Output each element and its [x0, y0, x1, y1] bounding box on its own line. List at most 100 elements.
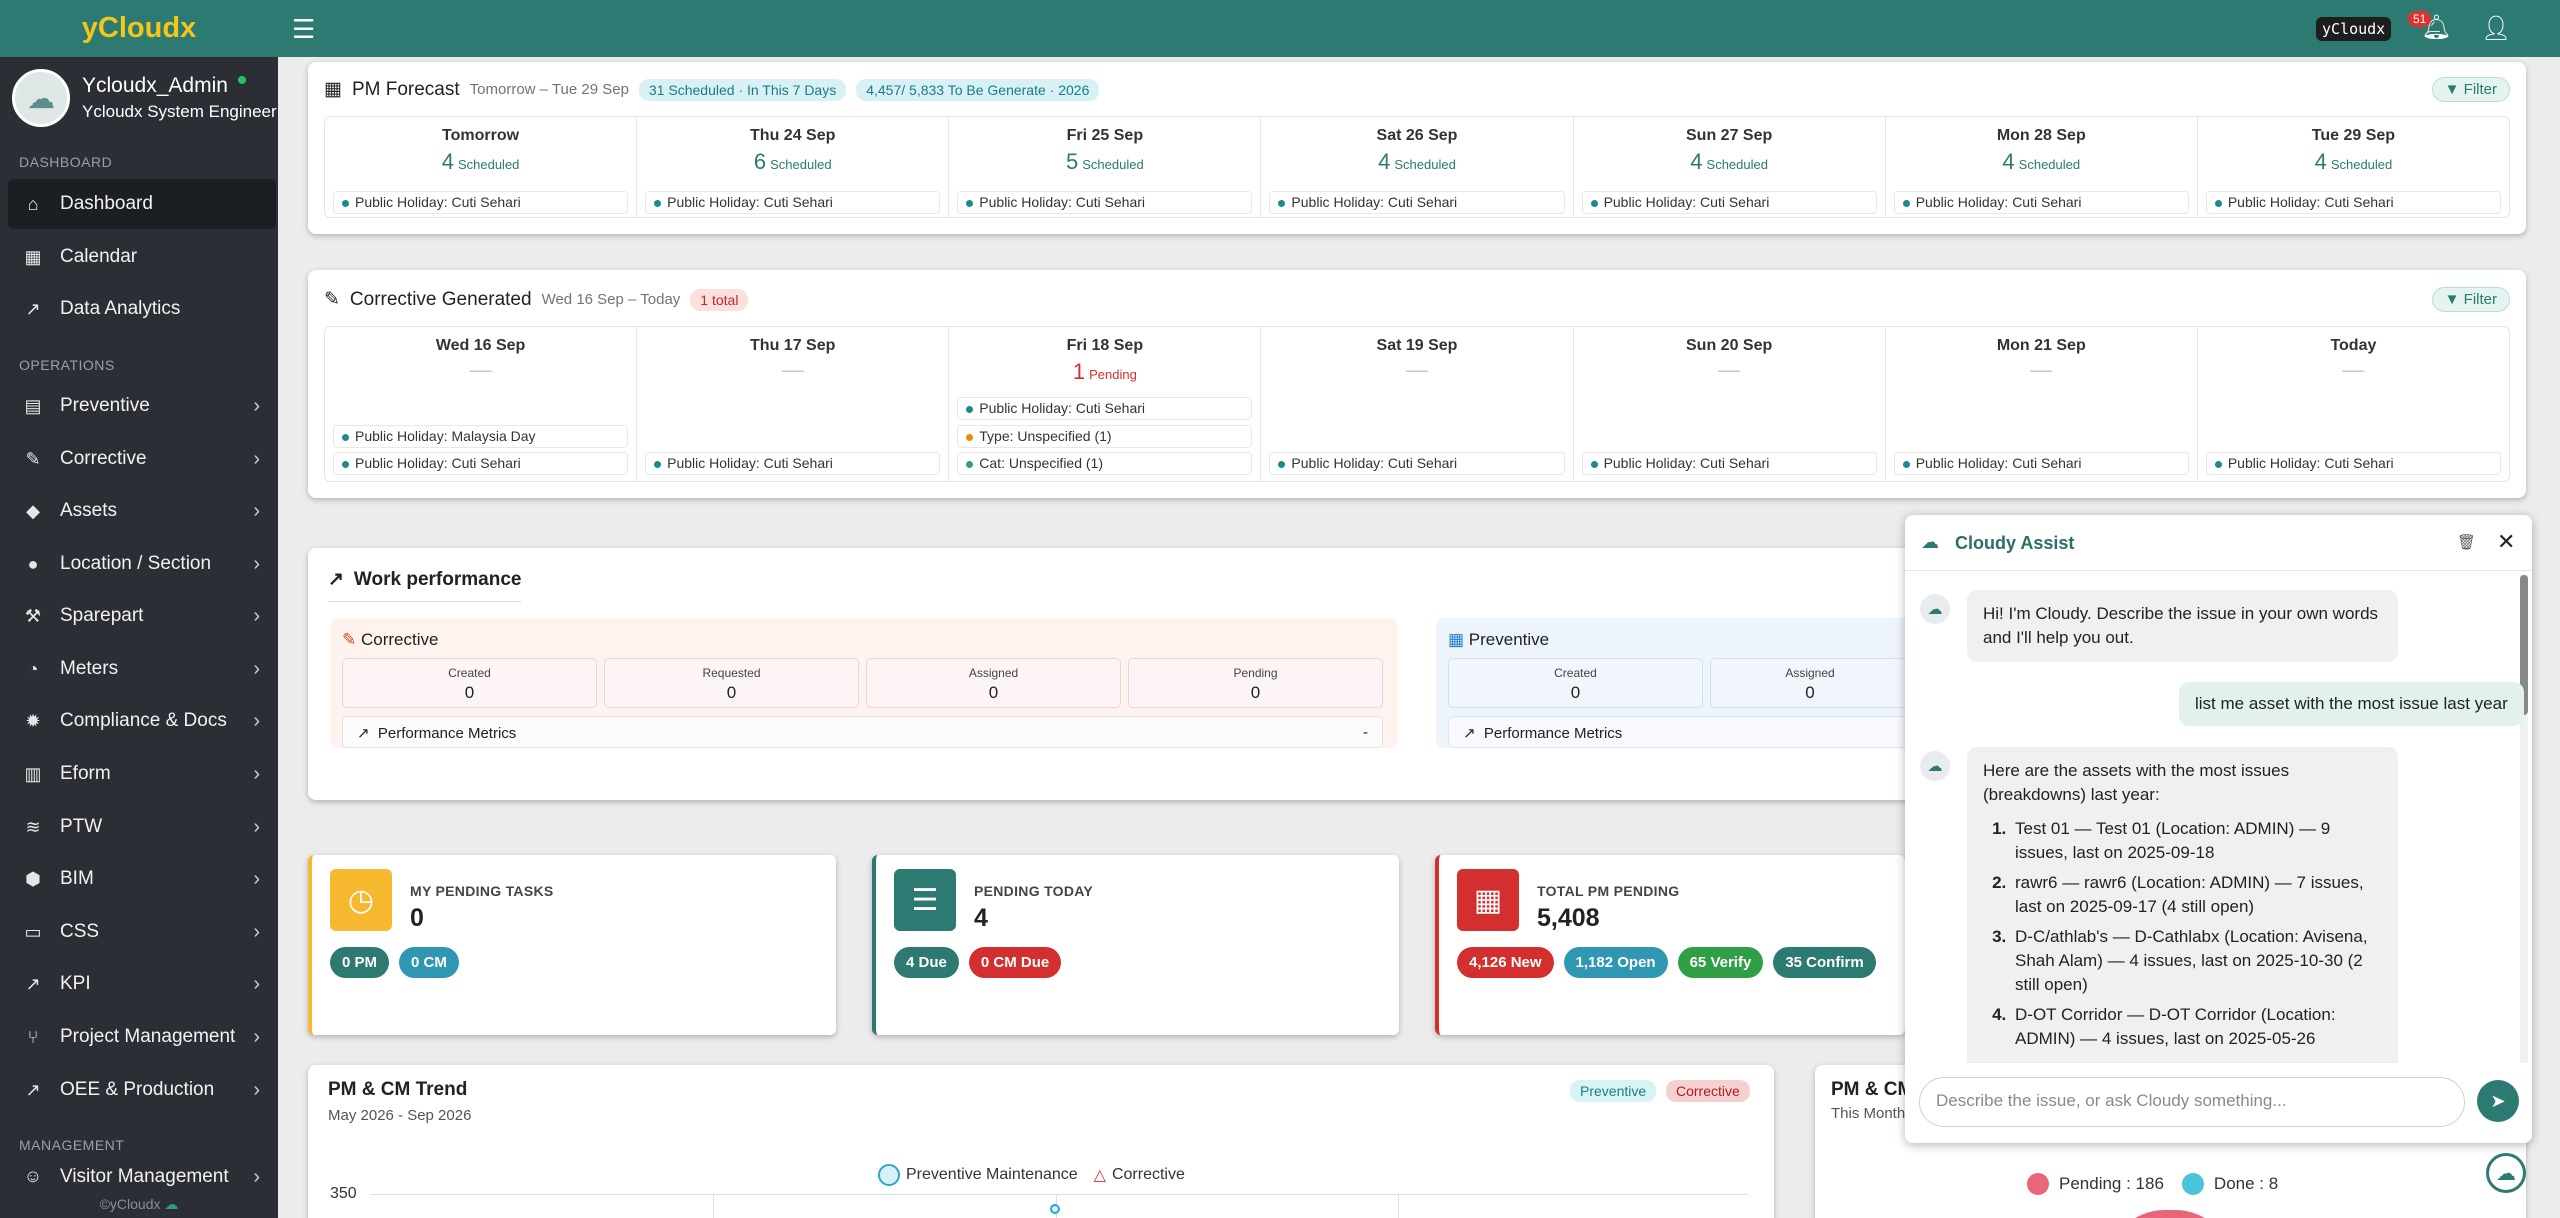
- corrective-day[interactable]: Wed 16 Sep — Public Holiday: Malaysia Day P…: [325, 327, 638, 481]
- sidebar-item-preventive[interactable]: ▤ Preventive ›: [8, 381, 276, 431]
- day-header: Sat 26 Sep: [1376, 127, 1458, 144]
- sidebar-item-data-analytics[interactable]: ↗ Data Analytics: [8, 284, 276, 334]
- sidebar-item-location[interactable]: ● Location / Section ›: [8, 539, 276, 589]
- corrective-day[interactable]: Sun 20 Sep — Public Holiday: Cuti Sehari: [1574, 327, 1886, 481]
- day-header: Thu 24 Sep: [750, 127, 836, 144]
- sidebar-item-meters[interactable]: ◔ Meters ›: [8, 644, 276, 694]
- forecast-day[interactable]: Thu 24 Sep 6 Scheduled Public Holiday: Cuti…: [637, 117, 950, 217]
- day-status: Scheduled: [2018, 157, 2081, 172]
- sidebar-item-eform[interactable]: ▥ Eform ›: [8, 749, 276, 799]
- footer-copyright: ©yCloudx ☁: [0, 1196, 278, 1213]
- my-pending-tasks-tile[interactable]: ◷ MY PENDING TASKS 0 0 PM 0 CM: [308, 855, 836, 1035]
- sidebar-item-label: Data Analytics: [60, 298, 181, 319]
- sidebar-item-project-management[interactable]: ⑂ Project Management ›: [8, 1012, 276, 1062]
- confirm-chip[interactable]: 35 Confirm: [1773, 947, 1876, 978]
- corrective-generated-card: ✎ Corrective Generated Wed 16 Sep – Toda…: [308, 270, 2526, 498]
- trash-icon[interactable]: 🗑︎: [2457, 533, 2476, 551]
- day-count: 4: [2314, 149, 2327, 174]
- corrective-day[interactable]: Thu 17 Sep — Public Holiday: Cuti Sehari: [637, 327, 950, 481]
- day-count: 1: [1072, 359, 1086, 384]
- sidebar-item-assets[interactable]: ◆ Assets ›: [8, 486, 276, 536]
- brand-tag: yCloudx: [2316, 17, 2392, 41]
- corrective-generated-title: Corrective Generated: [349, 288, 532, 310]
- scheduled-pill: 31 Scheduled · In This 7 Days: [638, 78, 847, 101]
- new-chip[interactable]: 4,126 New: [1457, 947, 1554, 978]
- cloudy-fab-icon[interactable]: ☁: [2486, 1153, 2526, 1193]
- brand-logo[interactable]: yCloudx: [0, 0, 278, 57]
- close-icon[interactable]: ✕: [2497, 529, 2515, 555]
- chart-gridline: [713, 1194, 714, 1218]
- forecast-day[interactable]: Sun 27 Sep 4 Scheduled Public Holiday: Cuti…: [1574, 117, 1886, 217]
- corrective-day[interactable]: Today — Public Holiday: Cuti Sehari: [2198, 327, 2509, 481]
- chart-line-icon: ↗: [1463, 725, 1476, 742]
- sidebar-item-label: Corrective: [60, 448, 147, 469]
- section-management: MANAGEMENT: [19, 1137, 125, 1153]
- sidebar-item-label: Eform: [60, 763, 111, 784]
- forecast-day[interactable]: Tomorrow 4 Scheduled Public Holiday: Cuti S…: [325, 117, 638, 217]
- corrective-day[interactable]: Sat 19 Sep — Public Holiday: Cuti Sehari: [1261, 327, 1574, 481]
- sidebar-item-calendar[interactable]: ▦ Calendar: [8, 232, 276, 282]
- empty-dash: —: [2030, 357, 2053, 382]
- hamburger-menu-icon[interactable]: ☰: [292, 14, 315, 45]
- pending-label: Pending : 186: [2059, 1174, 2164, 1193]
- forecast-day[interactable]: Mon 28 Sep 4 Scheduled Public Holiday: Cuti…: [1886, 117, 2198, 217]
- total-pm-pending-tile[interactable]: ▦ TOTAL PM PENDING 5,408 4,126 New 1,182 …: [1435, 855, 1905, 1035]
- chevron-right-icon: ›: [253, 815, 260, 838]
- answer-item: D-OT Corridor — D-OT Corridor (Location:…: [2011, 1003, 2382, 1051]
- home-icon: ⌂: [27, 193, 39, 214]
- answer-intro: Here are the assets with the most issues…: [1983, 761, 2290, 804]
- sidebar-item-css[interactable]: ▭ CSS ›: [8, 907, 276, 957]
- trend-data-point: [1050, 1204, 1060, 1214]
- sidebar-item-corrective[interactable]: ✎ Corrective ›: [8, 434, 276, 484]
- chart-area-icon: ↗: [25, 1079, 41, 1100]
- holiday-tag: Public Holiday: Malaysia Day: [333, 425, 629, 448]
- send-icon[interactable]: ➤: [2477, 1080, 2519, 1122]
- sidebar-item-kpi[interactable]: ↗ KPI ›: [8, 959, 276, 1009]
- user-profile[interactable]: ☁ Ycloudx_Admin Ycloudx System Engineer: [0, 57, 278, 139]
- forecast-day[interactable]: Fri 25 Sep 5 Scheduled Public Holiday: Cuti…: [949, 117, 1262, 217]
- trend-title: PM & CM Trend: [328, 1079, 468, 1100]
- corrective-day[interactable]: Mon 21 Sep — Public Holiday: Cuti Sehari: [1886, 327, 2198, 481]
- pm-chip[interactable]: 0 PM: [330, 947, 390, 978]
- corrective-pill[interactable]: Corrective: [1666, 1080, 1750, 1102]
- sidebar-item-label: CSS: [60, 921, 100, 942]
- chevron-right-icon: ›: [253, 1078, 260, 1101]
- sidebar-item-oee[interactable]: ↗ OEE & Production ›: [8, 1065, 276, 1115]
- stat-label: Created: [448, 666, 491, 680]
- chevron-right-icon: ›: [253, 552, 260, 575]
- calendar-check-icon: ▦: [324, 79, 342, 100]
- sidebar-item-visitor[interactable]: ☺ Visitor Management ›: [8, 1166, 276, 1196]
- chat-scrollbar[interactable]: [2520, 575, 2528, 1075]
- user-name: Ycloudx_Admin: [82, 74, 228, 97]
- cm-due-chip[interactable]: 0 CM Due: [968, 947, 1062, 978]
- preventive-pill[interactable]: Preventive: [1570, 1080, 1657, 1102]
- forecast-day[interactable]: Tue 29 Sep 4 Scheduled Public Holiday: Cuti…: [2198, 117, 2509, 217]
- corrective-day[interactable]: Fri 18 Sep 1 Pending Public Holiday: Cuti S…: [949, 327, 1262, 481]
- verify-chip[interactable]: 65 Verify: [1677, 947, 1764, 978]
- filter-button[interactable]: ▼ Filter: [2431, 77, 2510, 102]
- sidebar-item-bim[interactable]: ⬢ BIM ›: [8, 854, 276, 904]
- performance-metrics-toggle[interactable]: ↗ Performance Metrics: [1448, 716, 1910, 748]
- tile-value: 0: [410, 904, 424, 932]
- sidebar-item-dashboard[interactable]: ⌂ Dashboard: [8, 179, 276, 229]
- user-menu-icon[interactable]: 👤︎: [2481, 14, 2511, 43]
- day-header: Sun 20 Sep: [1686, 337, 1773, 354]
- sidebar-item-ptw[interactable]: ≋ PTW ›: [8, 802, 276, 852]
- cm-chip[interactable]: 0 CM: [399, 947, 459, 978]
- stat-assigned: Assigned 0: [1710, 658, 1910, 708]
- day-status: Pending: [1089, 367, 1137, 382]
- open-chip[interactable]: 1,182 Open: [1563, 947, 1668, 978]
- performance-metrics-toggle[interactable]: ↗ Performance Metrics -: [342, 716, 1383, 748]
- sidebar-item-label: BIM: [60, 868, 94, 889]
- bot-avatar-icon: ☁: [1920, 594, 1950, 624]
- chat-input[interactable]: Describe the issue, or ask Cloudy someth…: [1919, 1077, 2465, 1127]
- pending-today-tile[interactable]: ☰ PENDING TODAY 4 4 Due 0 CM Due: [872, 855, 1399, 1035]
- chart-line-icon: ↗: [328, 569, 344, 590]
- gauge-icon: ◔: [27, 658, 39, 679]
- forecast-day[interactable]: Sat 26 Sep 4 Scheduled Public Holiday: Cuti…: [1261, 117, 1574, 217]
- legend-pm-marker: [878, 1164, 900, 1186]
- filter-button[interactable]: ▼ Filter: [2431, 287, 2510, 312]
- sidebar-item-sparepart[interactable]: ⚒ Sparepart ›: [8, 591, 276, 641]
- sidebar-item-compliance[interactable]: ✹ Compliance & Docs ›: [8, 696, 276, 746]
- due-chip[interactable]: 4 Due: [894, 947, 959, 978]
